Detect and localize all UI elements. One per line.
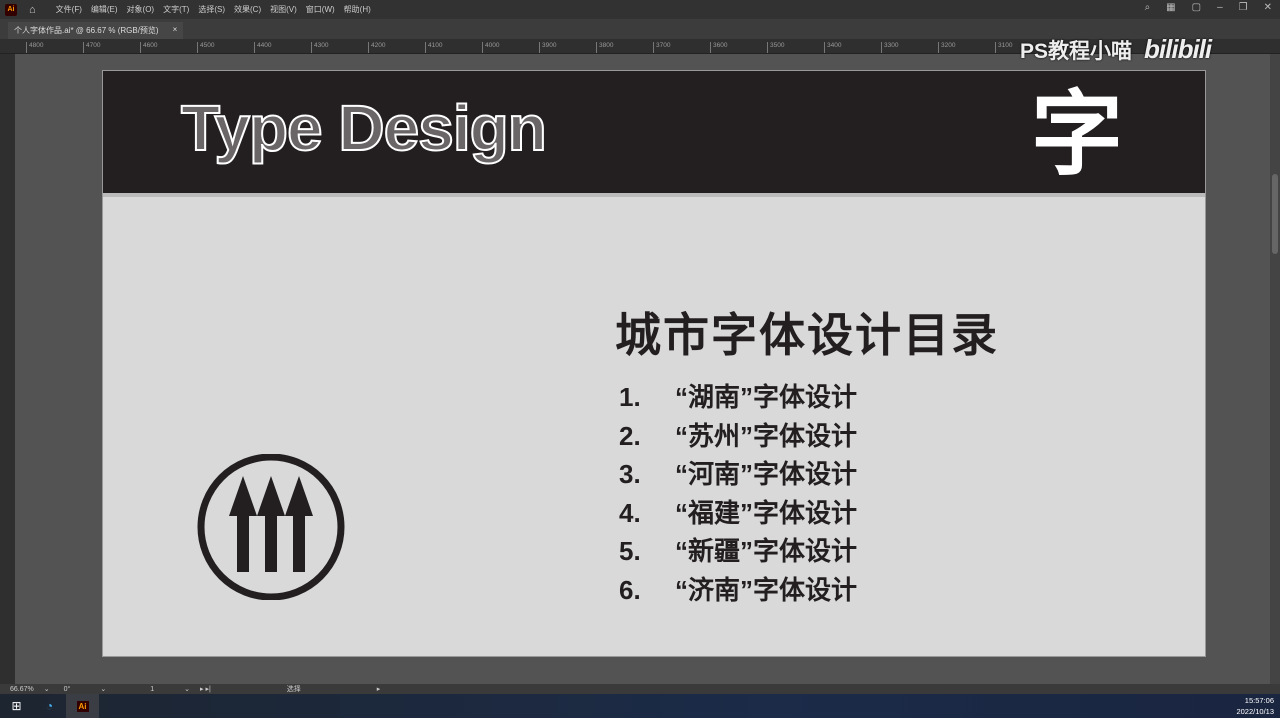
search-icon[interactable]: ⌕ (1145, 2, 1151, 13)
ruler-tick-label: 3800 (596, 42, 613, 53)
menu-file[interactable]: 文件(F) (56, 4, 82, 15)
document-tab-title: 个人字体作品.ai* @ 66.67 % (RGB/预览) (14, 26, 159, 35)
ruler-tick-label: 4100 (425, 42, 442, 53)
next-artboard-icon[interactable]: ▸ ▸| (200, 685, 211, 693)
header-glyph: 字 (1031, 81, 1124, 188)
taskbar: ⊞ ◔ Ai 15:57:06 2022/10/13 (0, 694, 1280, 718)
menu-view[interactable]: 视图(V) (270, 4, 297, 15)
menu-bar: Ai ⌂ 文件(F) 编辑(E) 对象(O) 文字(T) 选择(S) 效果(C)… (0, 0, 1280, 19)
toc-num: 3. (619, 459, 641, 490)
ruler-tick-label: 4400 (254, 42, 271, 53)
ruler-tick-label: 3900 (539, 42, 556, 53)
ruler-tick-label: 4300 (311, 42, 328, 53)
ruler-tick-label: 4500 (197, 42, 214, 53)
three-arrows-emblem-icon (197, 454, 345, 600)
artboard[interactable]: Type Design 字 城市字体设计目录 1. “湖南”字体设计 2. “苏州”… (102, 70, 1206, 657)
toc-item: 3. “河南”字体设计 (619, 455, 857, 494)
zoom-select[interactable]: 66.67% (10, 686, 34, 693)
ai-label: Ai (76, 700, 89, 712)
rotation-select[interactable]: 0° (64, 686, 71, 693)
chevron-down-icon[interactable]: ⌄ (100, 685, 106, 693)
clock-date: 2022/10/13 (1236, 707, 1274, 716)
header-band: Type Design 字 (103, 71, 1205, 197)
watermark: PS教程小喵 bilibili (1020, 34, 1212, 65)
toc-item: 2. “苏州”字体设计 (619, 417, 857, 456)
windows-start-icon[interactable]: ⊞ (0, 694, 33, 718)
chevron-down-icon[interactable]: ⌄ (184, 685, 190, 693)
illustrator-taskbar-icon[interactable]: Ai (66, 694, 99, 718)
toc-num: 2. (619, 420, 641, 451)
clock-time: 15:57:06 (1244, 696, 1274, 705)
vertical-scrollbar[interactable] (1270, 54, 1280, 684)
toc-title: 城市字体设计目录 (615, 309, 999, 361)
channel-name: PS教程小喵 (1020, 39, 1133, 63)
clock[interactable]: 15:57:06 2022/10/13 (1236, 695, 1274, 717)
toc-item: 6. “济南”字体设计 (619, 571, 857, 610)
ruler-tick-label: 3100 (995, 42, 1012, 53)
ruler-tick-label: 3700 (653, 42, 670, 53)
menu-edit[interactable]: 编辑(E) (91, 4, 118, 15)
ruler-tick-label: 3300 (881, 42, 898, 53)
tab-close-icon[interactable]: × (173, 25, 178, 36)
toc-num: 5. (619, 536, 641, 567)
bilibili-logo: bilibili (1144, 34, 1212, 64)
ruler-tick-label: 3500 (767, 42, 784, 53)
ruler-tick-label: 3400 (824, 42, 841, 53)
toc-text: “河南”字体设计 (675, 459, 858, 490)
ruler-tick-label: 4700 (83, 42, 100, 53)
toc-text: “福建”字体设计 (675, 497, 858, 528)
app-logo: Ai (5, 3, 17, 16)
menu-help[interactable]: 帮助(H) (344, 4, 371, 15)
toc-item: 4. “福建”字体设计 (619, 494, 857, 533)
menu-type[interactable]: 文字(T) (163, 4, 189, 15)
toc-num: 1. (619, 382, 641, 412)
toc-text: “湖南”字体设计 (675, 382, 858, 412)
ruler-tick-label: 3200 (938, 42, 955, 53)
menu-window[interactable]: 窗口(W) (306, 4, 335, 15)
toc-text: “苏州”字体设计 (675, 420, 858, 451)
ruler-tick-label: 4600 (140, 42, 157, 53)
browser-icon[interactable]: ◔ (33, 694, 66, 718)
menu-select[interactable]: 选择(S) (198, 4, 225, 15)
minimize-icon[interactable]: – (1217, 2, 1223, 13)
current-tool: 选择 (286, 686, 301, 693)
status-bar: 66.67% ⌄ 0° ⌄ 1 ⌄ ▸ ▸| 选择 ▸ (0, 684, 1280, 694)
toc-item: 1. “湖南”字体设计 (619, 378, 857, 417)
home-icon[interactable]: ⌂ (29, 4, 36, 16)
header-title: Type Design (180, 91, 548, 165)
toc-list: 1. “湖南”字体设计 2. “苏州”字体设计 3. “河南”字体设计 4. “福建”字… (619, 378, 857, 610)
ruler-tick-label: 4800 (26, 42, 43, 53)
menu-object[interactable]: 对象(O) (127, 4, 155, 15)
toc-item: 5. “新疆”字体设计 (619, 532, 857, 571)
scroll-thumb[interactable] (1272, 174, 1278, 254)
vertical-ruler[interactable] (0, 54, 15, 684)
close-icon[interactable]: ✕ (1264, 2, 1272, 13)
workspace-icon[interactable]: ▦ (1166, 2, 1175, 13)
toc-text: “新疆”字体设计 (675, 536, 858, 567)
ruler-tick-label: 4000 (482, 42, 499, 53)
artboard-number[interactable]: 1 (150, 686, 154, 693)
status-menu-icon[interactable]: ▸ (377, 685, 381, 693)
restore-icon[interactable]: ❐ (1239, 2, 1248, 13)
toc-num: 6. (619, 574, 641, 605)
menu-effect[interactable]: 效果(C) (234, 4, 261, 15)
ruler-tick-label: 3600 (710, 42, 727, 53)
chevron-down-icon[interactable]: ⌄ (44, 685, 50, 693)
toc-text: “济南”字体设计 (675, 574, 858, 605)
arrange-icon[interactable]: ▢ (1192, 2, 1201, 13)
ruler-tick-label: 4200 (368, 42, 385, 53)
document-tab[interactable]: 个人字体作品.ai* @ 66.67 % (RGB/预览) × (8, 22, 184, 39)
toc-num: 4. (619, 497, 641, 528)
